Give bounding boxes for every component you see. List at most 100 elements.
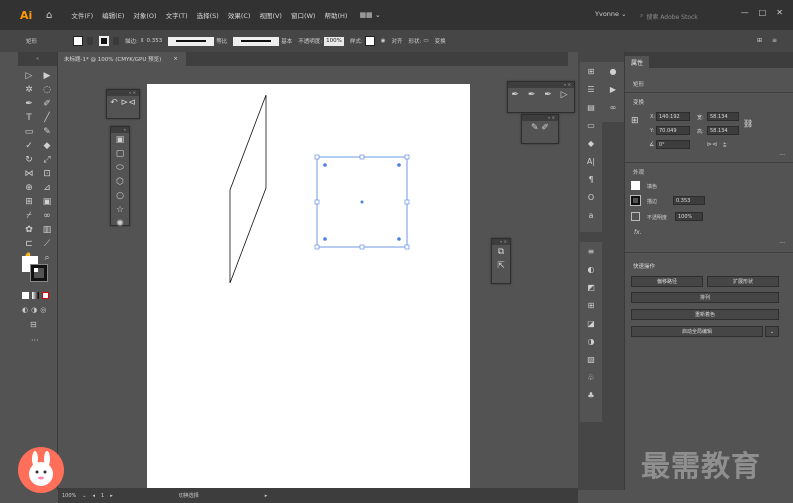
draw-behind-icon[interactable]: ◑: [31, 306, 37, 314]
expand-shape-button[interactable]: 扩展形状: [707, 276, 779, 287]
stroke-color-box[interactable]: [30, 264, 48, 282]
artboard-nav-prev[interactable]: ◂: [93, 493, 96, 499]
eraser-tool-icon[interactable]: ◆: [39, 140, 55, 152]
flip-vertical-icon[interactable]: ⩲: [723, 141, 727, 149]
artboards-icon[interactable]: ▤: [582, 98, 600, 116]
align-control[interactable]: 对齐: [392, 37, 403, 45]
artboard-tool-icon[interactable]: ⊏: [21, 238, 37, 250]
direct-selection-tool-icon[interactable]: ▶: [39, 70, 55, 82]
draw-inside-icon[interactable]: ◎: [40, 306, 46, 314]
stroke-icon[interactable]: ≡: [582, 242, 600, 260]
status-menu-icon[interactable]: ▸: [265, 493, 268, 499]
fill-swatch[interactable]: [73, 36, 84, 46]
offset-path-button[interactable]: 偏移路径: [631, 276, 703, 287]
close-tab-icon[interactable]: ×: [173, 56, 178, 62]
stroke-profile-control[interactable]: 等比: [168, 36, 227, 46]
free-transform-tool-icon[interactable]: ⊡: [39, 168, 55, 180]
stroke-weight-value[interactable]: 0.353: [146, 38, 162, 44]
x-field[interactable]: 140.192: [656, 112, 690, 121]
curvature-tool-icon[interactable]: ✐: [39, 98, 55, 110]
draw-normal-icon[interactable]: ◐: [22, 306, 28, 314]
stroke-weight-field[interactable]: 0.353: [673, 196, 705, 205]
close-icon[interactable]: ✕: [776, 8, 783, 17]
menu-effect[interactable]: 效果(C): [228, 10, 251, 20]
scale-tool-icon[interactable]: ⤢: [39, 154, 55, 166]
pen-tool-icon[interactable]: ✒: [21, 98, 37, 110]
stock-search[interactable]: ⌕ 搜索 Adobe Stock: [640, 10, 708, 22]
fx-button[interactable]: fx.: [634, 229, 642, 236]
tools-panel-header[interactable]: «: [18, 52, 57, 66]
canvas-area[interactable]: « × ↶ ⊳⊲ « ▣ ▢ ⬭ ⬡ ○ ☆ ✺ « × ✒ ✒ ✒ ▷ « ×…: [58, 66, 578, 490]
chevron-down-icon[interactable]: ⌄: [82, 493, 86, 499]
reference-point-icon[interactable]: ⊞: [631, 116, 639, 126]
gradient-tool-icon[interactable]: ▣: [39, 196, 55, 208]
stroke-swatch-control[interactable]: [99, 36, 120, 46]
star-icon[interactable]: ☆: [111, 203, 129, 217]
paragraph-icon[interactable]: ¶: [582, 170, 600, 188]
color-guide-icon[interactable]: ◆: [582, 134, 600, 152]
more-options-icon[interactable]: ···: [779, 240, 785, 247]
selection-tool-icon[interactable]: ▷: [21, 70, 37, 82]
fill-stroke-widget[interactable]: [22, 256, 48, 282]
artboard-number[interactable]: 1: [101, 493, 104, 499]
menu-select[interactable]: 选择(S): [197, 10, 219, 20]
menu-file[interactable]: 文件(F): [71, 10, 93, 20]
none-mode-button[interactable]: [42, 292, 49, 299]
ellipse-icon[interactable]: ⬭: [111, 161, 129, 175]
asset-export-icon[interactable]: ▭: [582, 116, 600, 134]
opacity-field[interactable]: 100%: [675, 212, 703, 221]
glyphs-icon[interactable]: a: [582, 206, 600, 224]
stepper-icon[interactable]: ⇕: [140, 38, 145, 44]
line-tool-icon[interactable]: ╱: [39, 112, 55, 124]
layers-icon[interactable]: ☰: [582, 80, 600, 98]
workspace-switcher-icon[interactable]: ▦▦ ⌄: [359, 11, 380, 19]
user-name[interactable]: Yvonne ⌄: [595, 10, 627, 18]
fill-color-swatch[interactable]: [631, 181, 640, 190]
more-options-icon[interactable]: ···: [779, 152, 785, 159]
home-icon[interactable]: ⌂: [46, 10, 52, 21]
pathfinder-icon[interactable]: ◪: [582, 314, 600, 332]
circle-icon[interactable]: ○: [111, 189, 129, 203]
shaper-tool-icon[interactable]: ✓: [21, 140, 37, 152]
style-swatch[interactable]: [364, 36, 375, 46]
menu-edit[interactable]: 编辑(E): [102, 10, 124, 20]
blend-tool-icon[interactable]: ∞: [39, 210, 55, 222]
stroke-color-swatch[interactable]: [630, 195, 641, 206]
magic-wand-tool-icon[interactable]: ✲: [21, 84, 37, 96]
brushes-icon[interactable]: ♣: [582, 386, 600, 404]
undo-redo-icons[interactable]: ↶ ⊳⊲: [107, 96, 139, 110]
rotation-field[interactable]: 0°: [656, 140, 690, 149]
type-tool-icon[interactable]: T: [21, 112, 37, 124]
opentype-icon[interactable]: O: [582, 188, 600, 206]
brush-preview[interactable]: [233, 36, 280, 46]
symbols-icon[interactable]: ♧: [582, 368, 600, 386]
y-field[interactable]: 70.049: [656, 126, 690, 135]
maximize-icon[interactable]: □: [759, 8, 767, 17]
color-mode-button[interactable]: [22, 292, 29, 299]
shape-icon[interactable]: ▭: [423, 38, 428, 44]
flip-horizontal-icon[interactable]: ⊳⊲: [707, 141, 717, 148]
shape-control[interactable]: 形状: ▭: [409, 37, 429, 45]
column-graph-tool-icon[interactable]: ▥: [39, 224, 55, 236]
gradient-mode-button[interactable]: [32, 292, 39, 299]
character-icon[interactable]: A|: [582, 152, 600, 170]
transparency-icon[interactable]: ◩: [582, 278, 600, 296]
recolor-icon[interactable]: ◉: [381, 38, 386, 44]
corner-widgets[interactable]: [323, 163, 401, 241]
more-tools-icon[interactable]: ···: [31, 336, 39, 345]
stroke-profile-preview[interactable]: [168, 36, 215, 46]
symbol-sprayer-tool-icon[interactable]: ✿: [21, 224, 37, 236]
paint-tools-icons[interactable]: ✎ ✐: [522, 121, 558, 135]
height-field[interactable]: 58.134: [707, 126, 739, 135]
brush-control[interactable]: 基本: [233, 36, 292, 46]
arrange-icon[interactable]: ⊞: [757, 37, 762, 44]
appearance-icon[interactable]: ◑: [582, 332, 600, 350]
rectangle-shape-icon[interactable]: ▣: [111, 133, 129, 147]
pen-tools-icons[interactable]: ✒ ✒ ✒ ▷: [508, 88, 574, 102]
width-field[interactable]: 58.134: [707, 112, 739, 121]
opacity-input[interactable]: 100%: [324, 36, 344, 46]
fill-swatch-control[interactable]: [73, 36, 94, 46]
transform-control[interactable]: 变换: [435, 37, 446, 45]
links-icon[interactable]: ∞: [604, 98, 622, 116]
screen-mode-icon[interactable]: ⊟: [30, 320, 37, 329]
